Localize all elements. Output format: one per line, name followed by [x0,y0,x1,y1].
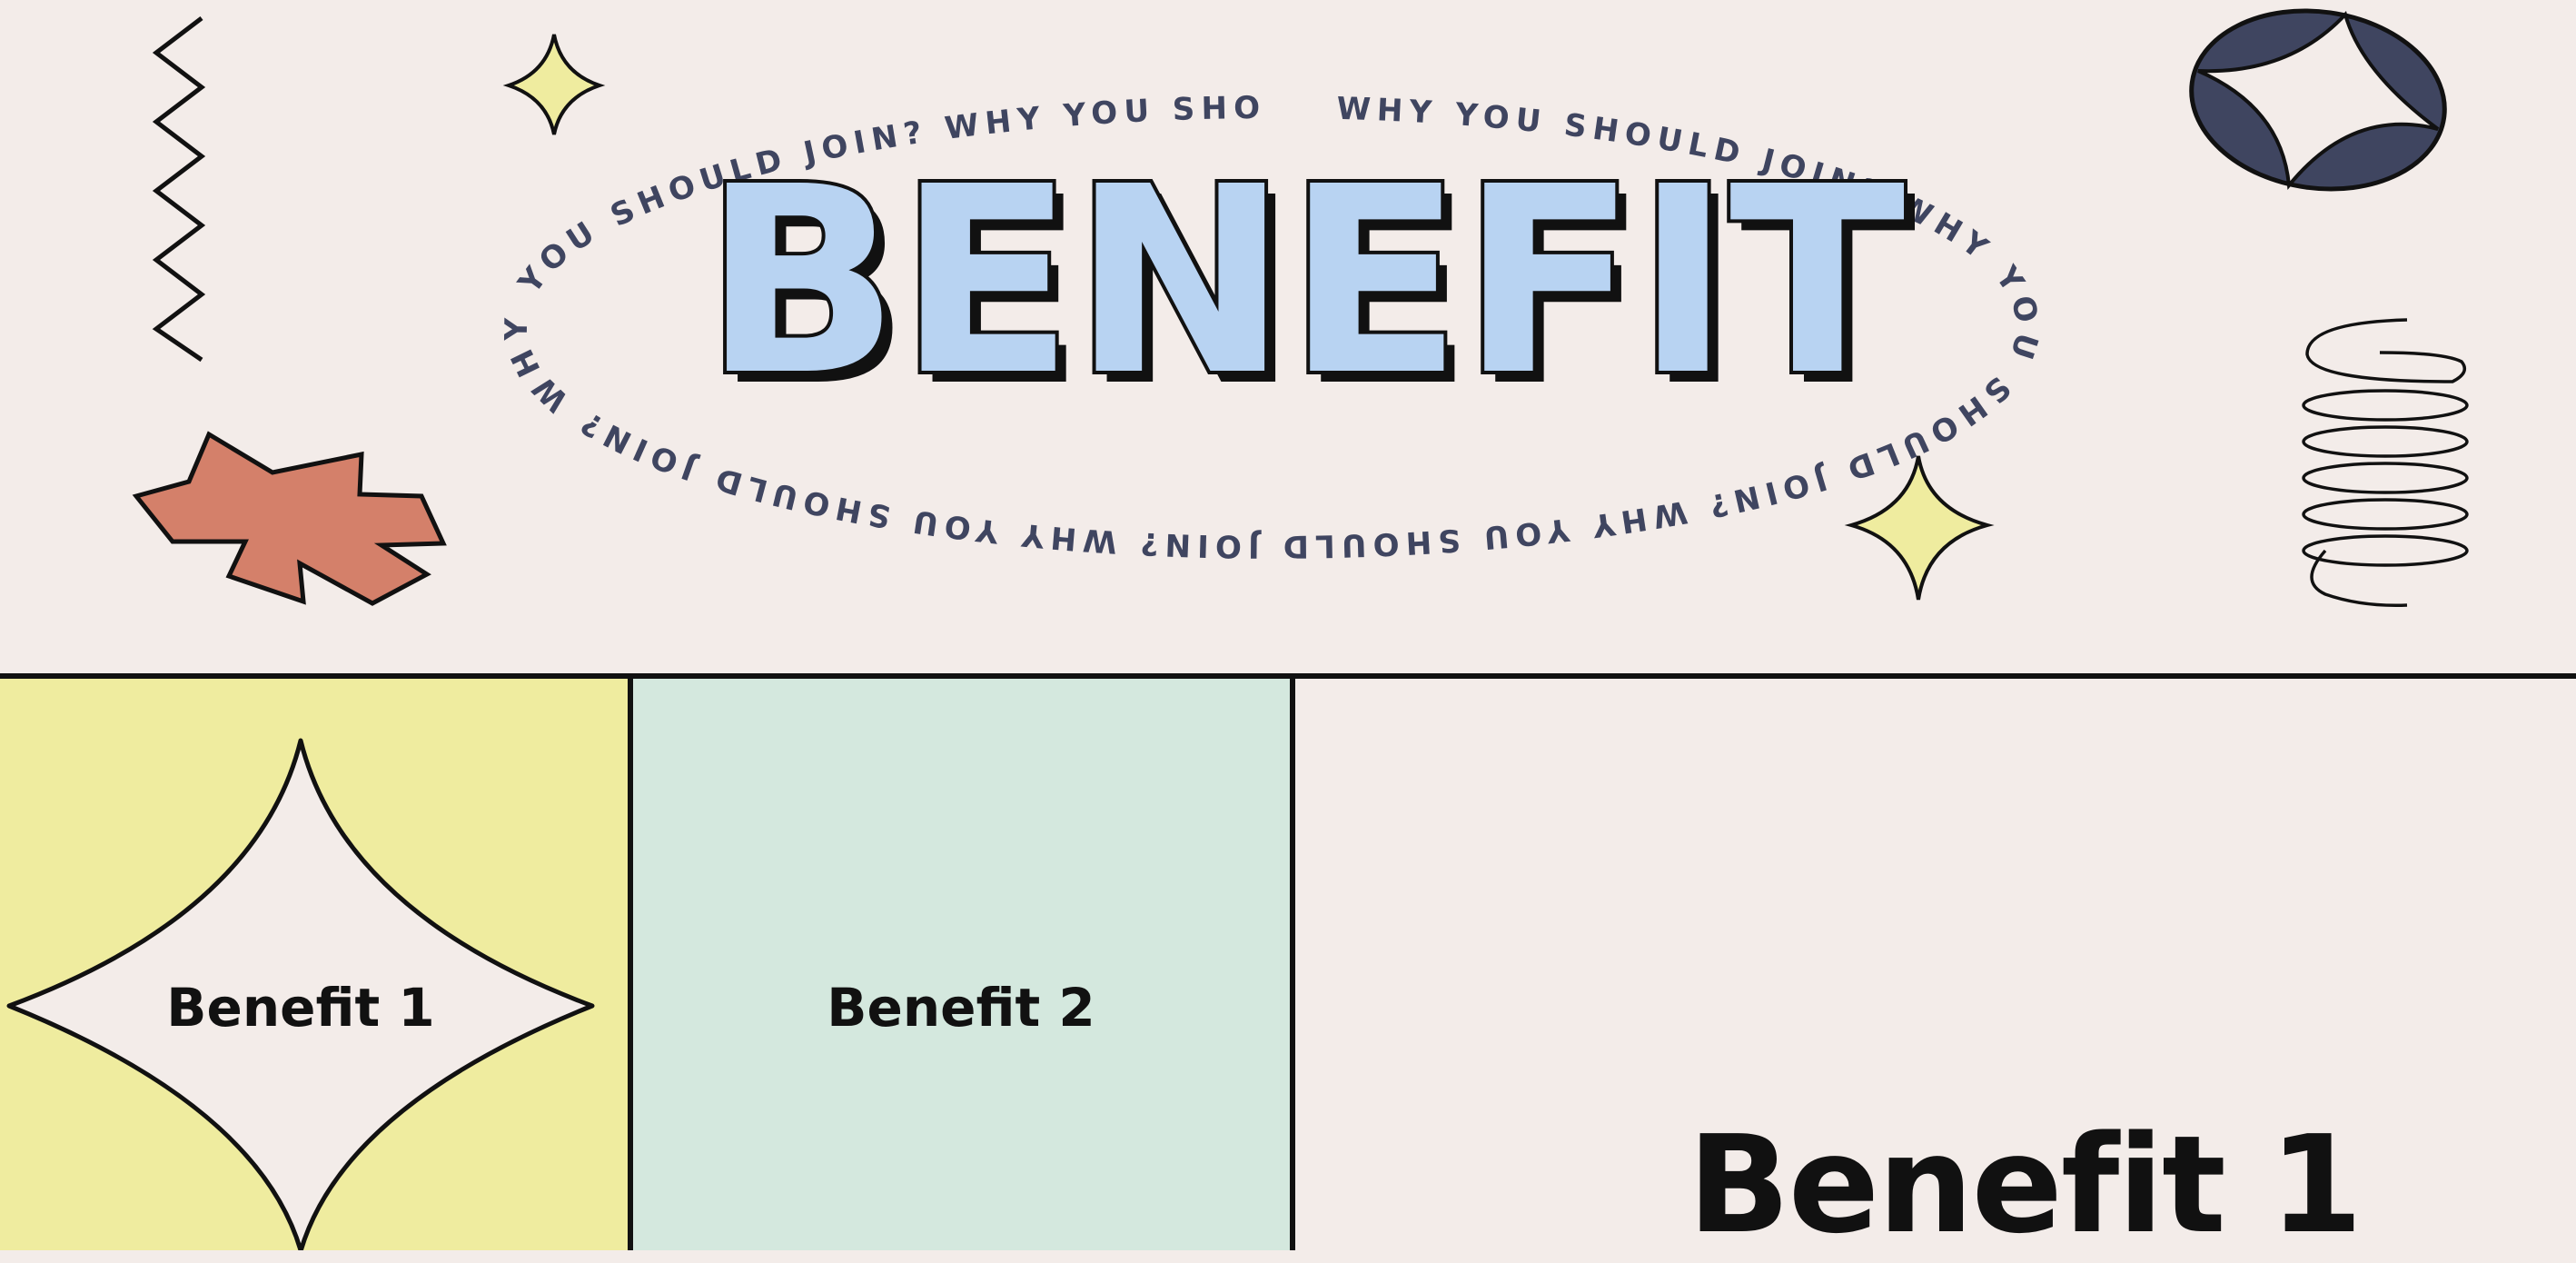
navy-oval-star-icon [2189,8,2447,192]
diamond-star-shape [6,738,595,1250]
zigzag-icon [152,16,206,363]
benefit-panel-1: Benefit 1 [0,679,628,1250]
benefit-1-label: Benefit 1 [166,977,435,1039]
circular-text-3: WHY YOU SHOULD JOIN? [1134,493,1690,564]
benefit-2-label: Benefit 2 [827,977,1095,1039]
circular-text-6: WHY YOU SHOULD JOIN? [0,0,1266,147]
page-title: BENEFIT [699,131,1909,432]
orange-asterisk-icon [132,431,447,606]
benefit-panel-2: Benefit 2 [633,679,1290,1250]
spring-coil-icon [2302,318,2469,607]
hero-section: WHY YOU SHOULD JOIN? WHY YOU SHOULD JOIN… [0,0,2576,674]
yellow-sparkle-icon [502,34,606,135]
circular-text-7: WHY YOU SHOULD JOIN? [0,0,20,8]
benefit-large-label: Benefit 1 [1688,1107,2363,1263]
